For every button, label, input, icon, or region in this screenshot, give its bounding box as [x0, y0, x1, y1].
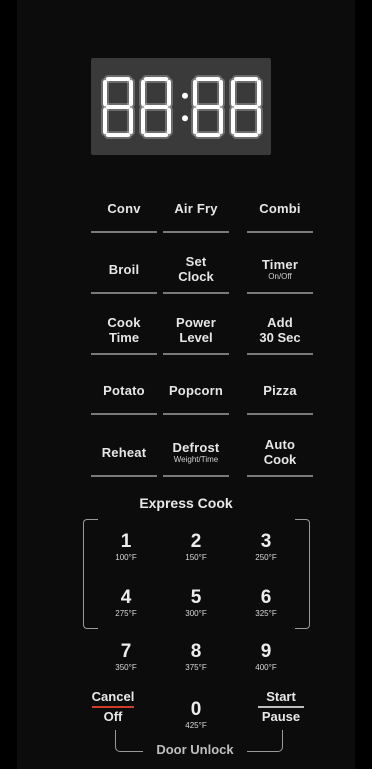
colon-dot — [182, 92, 188, 99]
key-label: Potato — [103, 382, 145, 398]
digit-label: 4 — [120, 587, 132, 608]
key-label: Set — [185, 254, 207, 269]
number-key-8[interactable]: 8 375°F — [166, 642, 226, 682]
key-label: Add — [267, 315, 293, 330]
key-label: Pizza — [263, 382, 297, 398]
clock-display — [91, 58, 271, 155]
defrost-button[interactable]: Defrost Weight/Time — [163, 430, 229, 477]
timer-button[interactable]: Timer On/Off — [247, 247, 313, 294]
power-level-button[interactable]: Power Level — [163, 308, 229, 355]
key-label-line2: Cook — [263, 452, 297, 467]
number-key-2[interactable]: 2 150°F — [166, 532, 226, 572]
key-sublabel: Weight/Time — [173, 454, 219, 464]
door-unlock-label: Door Unlock — [143, 742, 247, 757]
temp-label: 375°F — [185, 663, 207, 672]
auto-cook-button[interactable]: Auto Cook — [247, 430, 313, 477]
key-underline — [91, 292, 157, 294]
key-label: Timer — [261, 256, 299, 272]
pause-label: Pause — [261, 708, 301, 724]
express-cook-label: Express Cook — [139, 495, 233, 511]
number-key-5[interactable]: 5 300°F — [166, 588, 226, 628]
temp-label: 350°F — [115, 663, 137, 672]
digit-label: 3 — [260, 531, 272, 552]
key-label: Auto — [264, 437, 296, 452]
key-label-line2: Clock — [178, 269, 214, 284]
number-key-4[interactable]: 4 275°F — [96, 588, 156, 628]
key-underline — [163, 353, 229, 355]
reheat-button[interactable]: Reheat — [91, 430, 157, 477]
key-label: Defrost — [172, 439, 220, 455]
key-underline — [91, 413, 157, 415]
digit-label: 2 — [190, 531, 202, 552]
key-underline — [247, 353, 313, 355]
digit-label: 9 — [260, 641, 272, 662]
potato-button[interactable]: Potato — [91, 368, 157, 415]
off-label: Off — [103, 709, 123, 724]
key-label: Air Fry — [174, 200, 218, 216]
digit-label: 6 — [260, 587, 272, 608]
start-pause-button[interactable]: Start Pause — [252, 689, 310, 724]
express-cook-bracket-right — [295, 519, 310, 629]
key-label: Cook — [107, 315, 141, 330]
add-30-sec-button[interactable]: Add 30 Sec — [247, 308, 313, 355]
digit-label: 5 — [190, 587, 202, 608]
digit-label: 1 — [120, 531, 132, 552]
key-underline — [91, 353, 157, 355]
number-key-7[interactable]: 7 350°F — [96, 642, 156, 682]
key-underline — [247, 475, 313, 477]
temp-label: 300°F — [185, 609, 207, 618]
digit-label: 0 — [190, 699, 202, 720]
key-underline — [163, 292, 229, 294]
key-underline — [91, 475, 157, 477]
number-key-1[interactable]: 1 100°F — [96, 532, 156, 572]
key-underline — [91, 231, 157, 233]
conv-button[interactable]: Conv — [91, 186, 157, 233]
key-label: Conv — [107, 200, 141, 216]
number-key-3[interactable]: 3 250°F — [236, 532, 296, 572]
key-underline — [163, 413, 229, 415]
digit-label: 7 — [120, 641, 132, 662]
key-underline — [163, 231, 229, 233]
key-underline — [247, 292, 313, 294]
temp-label: 100°F — [115, 553, 137, 562]
key-underline — [247, 413, 313, 415]
cancel-off-button[interactable]: Cancel Off — [86, 689, 140, 724]
broil-button[interactable]: Broil — [91, 247, 157, 294]
key-label-line2: Level — [179, 330, 213, 345]
cancel-divider — [92, 706, 134, 708]
temp-label: 400°F — [255, 663, 277, 672]
key-label-line2: 30 Sec — [259, 330, 301, 345]
temp-label: 325°F — [255, 609, 277, 618]
temp-label: 250°F — [255, 553, 277, 562]
key-sublabel: On/Off — [268, 271, 292, 281]
digit-label: 8 — [190, 641, 202, 662]
key-label: Reheat — [101, 444, 147, 460]
pizza-button[interactable]: Pizza — [247, 368, 313, 415]
key-label-line2: Time — [108, 330, 140, 345]
key-label: Broil — [108, 261, 140, 277]
number-key-9[interactable]: 9 400°F — [236, 642, 296, 682]
cook-time-button[interactable]: Cook Time — [91, 308, 157, 355]
colon-dot — [182, 114, 188, 121]
seven-segment-readout — [101, 74, 263, 139]
air-fry-button[interactable]: Air Fry — [163, 186, 229, 233]
key-label: Combi — [259, 200, 301, 216]
key-underline — [247, 231, 313, 233]
start-divider — [258, 706, 304, 708]
temp-label: 150°F — [185, 553, 207, 562]
number-key-6[interactable]: 6 325°F — [236, 588, 296, 628]
key-underline — [163, 475, 229, 477]
start-label: Start — [266, 689, 296, 704]
popcorn-button[interactable]: Popcorn — [163, 368, 229, 415]
combi-button[interactable]: Combi — [247, 186, 313, 233]
temp-label: 275°F — [115, 609, 137, 618]
set-clock-button[interactable]: Set Clock — [163, 247, 229, 294]
key-label: Power — [175, 315, 216, 330]
cancel-label: Cancel — [91, 689, 135, 704]
key-label: Popcorn — [168, 382, 224, 398]
